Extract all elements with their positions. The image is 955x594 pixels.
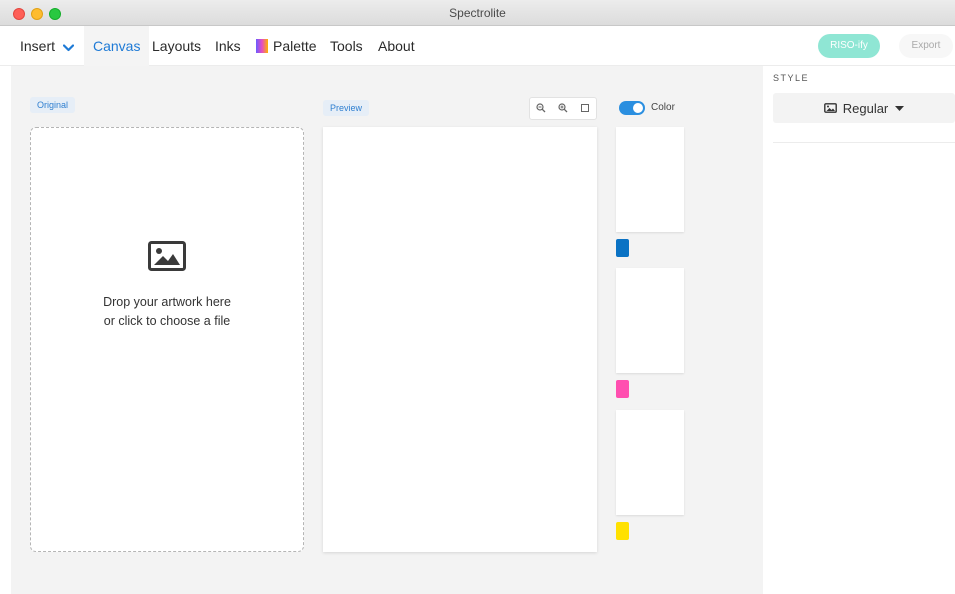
tab-layouts[interactable]: Layouts — [152, 26, 201, 66]
left-edge-strip — [0, 66, 11, 594]
nav-insert-menu[interactable]: Insert — [20, 26, 75, 67]
window-title: Spectrolite — [449, 6, 506, 20]
chevron-down-icon — [62, 27, 75, 67]
tab-inks[interactable]: Inks — [215, 26, 241, 66]
fit-icon — [580, 100, 590, 118]
artwork-dropzone[interactable]: Drop your artwork here or click to choos… — [30, 127, 304, 552]
dropzone-text-line1: Drop your artwork here — [103, 295, 231, 309]
zoom-out-icon — [536, 100, 546, 118]
style-heading: STYLE — [773, 73, 810, 83]
export-button[interactable]: Export — [899, 34, 953, 58]
style-dropdown[interactable]: Regular — [773, 93, 955, 123]
tab-about[interactable]: About — [378, 26, 415, 66]
toggle-knob — [633, 103, 643, 113]
tab-palette-label: Palette — [273, 38, 317, 54]
zoom-in-button[interactable] — [552, 98, 574, 119]
panel-divider — [773, 142, 955, 143]
ink-swatch-2[interactable] — [616, 380, 629, 398]
image-icon — [823, 103, 837, 113]
color-toggle-label: Color — [651, 102, 675, 113]
title-bar: Spectrolite — [0, 0, 955, 26]
tab-palette[interactable]: Palette — [256, 26, 317, 66]
tab-tools[interactable]: Tools — [330, 26, 363, 66]
layer-preview-3[interactable] — [616, 410, 684, 515]
style-panel: STYLE Regular — [763, 66, 955, 594]
ink-swatch-1[interactable] — [616, 239, 629, 257]
palette-gradient-icon — [256, 39, 268, 53]
zoom-out-button[interactable] — [530, 98, 552, 119]
nav-insert-label: Insert — [20, 38, 56, 54]
zoom-controls — [529, 97, 597, 120]
original-label: Original — [30, 97, 76, 113]
layer-preview-1[interactable] — [616, 127, 684, 232]
fit-view-button[interactable] — [574, 98, 596, 119]
image-icon — [148, 241, 186, 276]
ink-swatch-3[interactable] — [616, 522, 629, 540]
tab-canvas[interactable]: Canvas — [84, 26, 150, 66]
preview-canvas[interactable] — [323, 127, 597, 552]
top-nav: Insert Canvas Layouts Inks Palette Tools… — [0, 26, 955, 66]
color-toggle[interactable] — [619, 101, 645, 115]
dropzone-text-line2: or click to choose a file — [103, 314, 231, 328]
preview-label: Preview — [323, 100, 370, 116]
zoom-in-icon — [558, 100, 568, 118]
style-dropdown-value: Regular — [842, 100, 889, 116]
layer-preview-2[interactable] — [616, 268, 684, 373]
riso-ify-button[interactable]: RISO-ify — [818, 34, 880, 58]
caret-down-icon — [895, 105, 905, 111]
canvas-workspace: Original Preview Drop your artwork here … — [11, 66, 763, 594]
